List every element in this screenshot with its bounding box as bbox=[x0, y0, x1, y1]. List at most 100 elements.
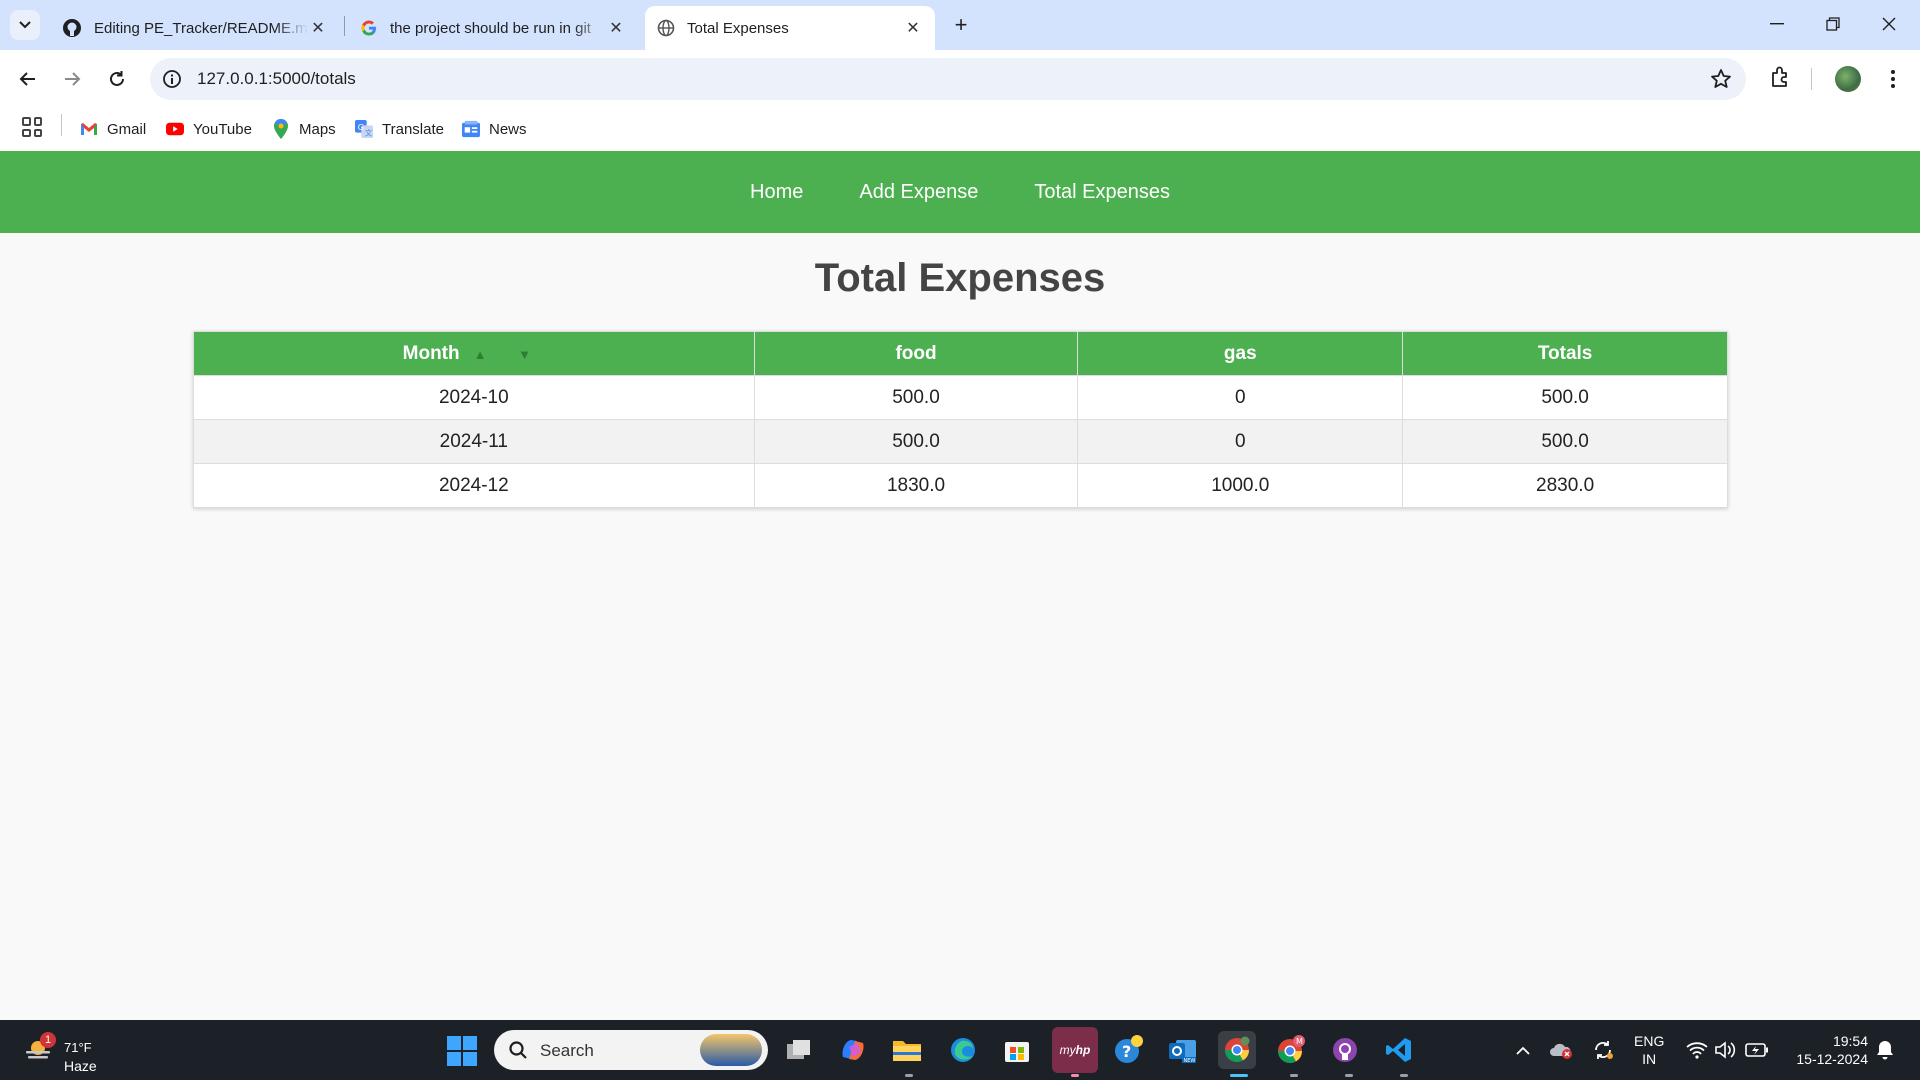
running-indicator bbox=[1345, 1074, 1353, 1077]
clock-date: 15-12-2024 bbox=[1796, 1051, 1868, 1067]
weather-widget[interactable]: 1 71°F Haze bbox=[22, 1030, 132, 1074]
cell-month: 2024-10 bbox=[193, 375, 755, 420]
region-code: IN bbox=[1642, 1051, 1657, 1067]
extensions-icon[interactable] bbox=[1768, 64, 1794, 90]
language-indicator[interactable]: ENG IN bbox=[1634, 1032, 1664, 1068]
tab-divider bbox=[344, 16, 345, 36]
close-icon bbox=[1882, 17, 1896, 31]
tab-search-button[interactable] bbox=[10, 10, 40, 40]
url-text[interactable]: 127.0.0.1:5000/totals bbox=[197, 69, 356, 89]
tab-total-expenses[interactable]: Total Expenses ✕ bbox=[645, 6, 935, 50]
notifications-bell-icon[interactable] bbox=[1872, 1038, 1898, 1062]
cell-month: 2024-11 bbox=[193, 419, 755, 464]
nav-home-link[interactable]: Home bbox=[750, 181, 803, 204]
cell-gas: 0 bbox=[1077, 375, 1404, 420]
cell-food: 500.0 bbox=[753, 419, 1079, 464]
clock[interactable]: 19:54 15-12-2024 bbox=[1788, 1032, 1868, 1068]
get-help-icon[interactable]: ? bbox=[1110, 1031, 1148, 1069]
table-row: 2024-10 500.0 0 500.0 bbox=[193, 375, 1728, 420]
cell-gas: 1000.0 bbox=[1077, 463, 1404, 508]
tab-google[interactable]: the project should be run in git ✕ bbox=[348, 6, 638, 50]
bookmark-label: Gmail bbox=[107, 120, 147, 138]
header-gas: gas bbox=[1077, 331, 1404, 376]
task-view-icon[interactable] bbox=[780, 1031, 818, 1069]
chrome-icon[interactable] bbox=[1218, 1031, 1256, 1069]
running-indicator bbox=[1400, 1074, 1408, 1077]
close-icon[interactable]: ✕ bbox=[903, 18, 923, 38]
browser-toolbar: 127.0.0.1:5000/totals bbox=[0, 50, 1920, 108]
header-label: Month bbox=[402, 342, 460, 364]
bookmark-label: Maps bbox=[299, 120, 336, 138]
page-title: Total Expenses bbox=[814, 256, 1106, 300]
taskbar: 1 71°F Haze Search myhp ? NEW M ENG IN 1… bbox=[0, 1020, 1920, 1080]
bookmark-gmail[interactable]: Gmail bbox=[80, 118, 146, 140]
close-icon[interactable]: ✕ bbox=[606, 18, 626, 38]
nav-add-expense-link[interactable]: Add Expense bbox=[859, 181, 978, 204]
running-indicator bbox=[1071, 1074, 1079, 1077]
edge-icon[interactable] bbox=[944, 1031, 982, 1069]
bookmark-maps[interactable]: Maps bbox=[272, 118, 336, 140]
minimize-button[interactable] bbox=[1749, 8, 1805, 40]
menu-icon[interactable] bbox=[1883, 64, 1903, 94]
onedrive-icon[interactable] bbox=[1548, 1038, 1574, 1062]
microsoft-store-icon[interactable] bbox=[998, 1031, 1036, 1069]
tab-title: the project should be run in git bbox=[390, 19, 591, 37]
back-button[interactable] bbox=[13, 64, 43, 94]
cell-total: 500.0 bbox=[1402, 419, 1728, 464]
tab-title: Total Expenses bbox=[687, 19, 789, 37]
weather-temp: 71°F bbox=[64, 1040, 92, 1055]
gmail-icon bbox=[80, 120, 98, 138]
copilot-icon[interactable] bbox=[834, 1031, 872, 1069]
battery-icon[interactable] bbox=[1744, 1038, 1770, 1062]
table-row: 2024-11 500.0 0 500.0 bbox=[193, 419, 1728, 464]
weather-condition: Haze bbox=[64, 1058, 97, 1074]
windows-start-icon[interactable] bbox=[447, 1036, 477, 1066]
search-icon bbox=[509, 1041, 527, 1059]
forward-button[interactable] bbox=[57, 64, 87, 94]
github-icon bbox=[63, 19, 81, 37]
close-icon[interactable]: ✕ bbox=[308, 18, 328, 38]
reload-button[interactable] bbox=[102, 64, 132, 94]
site-info-icon[interactable] bbox=[162, 69, 182, 89]
svg-text:?: ? bbox=[1122, 1042, 1131, 1061]
search-placeholder: Search bbox=[540, 1041, 594, 1060]
bookmark-youtube[interactable]: YouTube bbox=[166, 118, 252, 140]
header-food: food bbox=[753, 331, 1079, 376]
wifi-icon[interactable] bbox=[1684, 1038, 1710, 1062]
myhp-icon[interactable]: myhp bbox=[1052, 1027, 1098, 1073]
clock-time: 19:54 bbox=[1832, 1033, 1868, 1049]
bookmark-label: YouTube bbox=[193, 120, 252, 138]
chevron-up-icon[interactable] bbox=[1510, 1038, 1536, 1062]
news-icon bbox=[462, 120, 480, 138]
bookmarks-bar: Gmail YouTube Maps G文 Translate News bbox=[0, 108, 1920, 151]
svg-text:G: G bbox=[358, 122, 364, 132]
taskbar-search[interactable]: Search bbox=[494, 1030, 768, 1070]
chrome-profile-icon[interactable]: M bbox=[1272, 1031, 1310, 1069]
sort-arrows-icon[interactable]: ▲ ▼ bbox=[474, 347, 545, 362]
tab-github[interactable]: Editing PE_Tracker/README.md ✕ bbox=[50, 6, 340, 50]
apps-grid-icon[interactable] bbox=[22, 117, 42, 137]
close-window-button[interactable] bbox=[1861, 8, 1917, 40]
outlook-icon[interactable]: NEW bbox=[1164, 1031, 1202, 1069]
profile-avatar[interactable] bbox=[1835, 66, 1861, 92]
bookmark-translate[interactable]: G文 Translate bbox=[355, 118, 444, 140]
restore-button[interactable] bbox=[1805, 8, 1861, 40]
header-month[interactable]: Month ▲ ▼ bbox=[193, 331, 755, 376]
new-tab-button[interactable]: + bbox=[948, 12, 974, 38]
bookmark-news[interactable]: News bbox=[462, 118, 527, 140]
arrow-right-icon bbox=[65, 72, 81, 86]
star-icon[interactable] bbox=[1710, 68, 1732, 90]
vscode-icon[interactable] bbox=[1380, 1031, 1418, 1069]
github-desktop-icon[interactable] bbox=[1326, 1031, 1364, 1069]
file-explorer-icon[interactable] bbox=[888, 1031, 926, 1069]
site-navbar: Home Add Expense Total Expenses bbox=[0, 151, 1920, 233]
nav-total-expenses-link[interactable]: Total Expenses bbox=[1034, 181, 1170, 204]
bookmark-label: News bbox=[489, 120, 527, 138]
address-bar[interactable]: 127.0.0.1:5000/totals bbox=[150, 58, 1746, 100]
tab-title: Editing PE_Tracker/README.md bbox=[94, 19, 308, 37]
translate-icon: G文 bbox=[355, 120, 373, 138]
volume-icon[interactable] bbox=[1712, 1038, 1738, 1062]
google-icon bbox=[361, 20, 376, 36]
sync-icon[interactable] bbox=[1590, 1038, 1616, 1062]
cell-gas: 0 bbox=[1077, 419, 1404, 464]
